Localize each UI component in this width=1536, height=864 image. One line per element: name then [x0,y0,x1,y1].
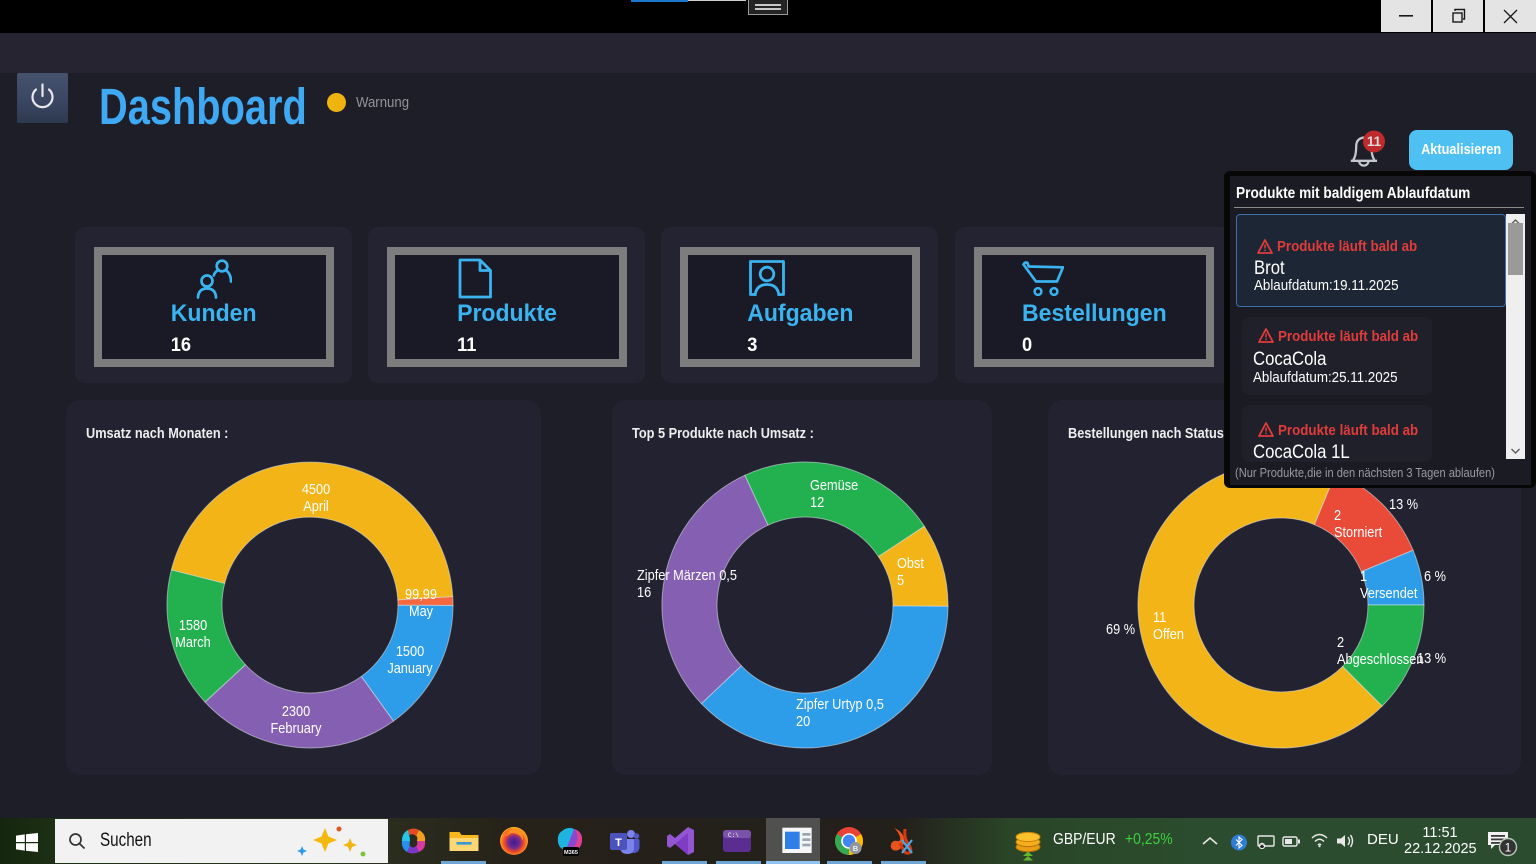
svg-text:1: 1 [1505,841,1512,855]
svg-text:B: B [853,844,859,853]
svg-text:C:\: C:\ [728,832,739,839]
svg-text:T: T [615,837,622,849]
svg-text:M365: M365 [564,850,578,856]
